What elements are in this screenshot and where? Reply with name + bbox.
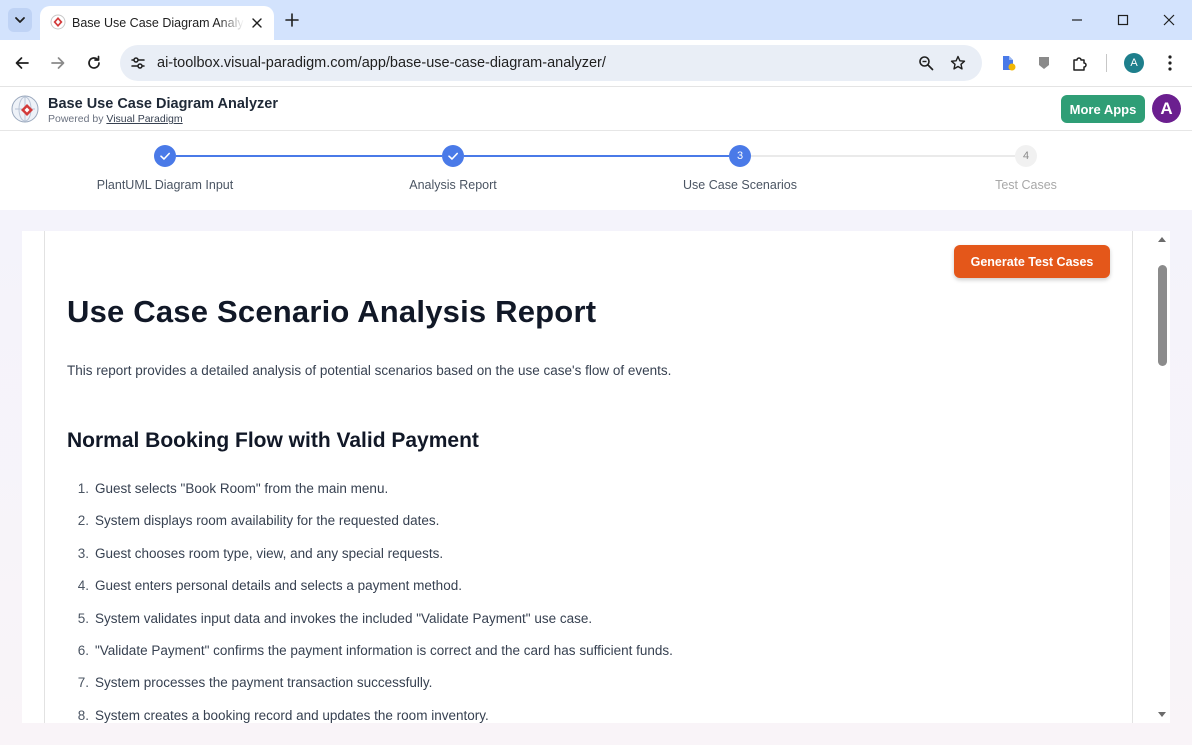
report-title: Use Case Scenario Analysis Report — [67, 294, 597, 329]
url-text: ai-toolbox.visual-paradigm.com/app/base-… — [157, 55, 606, 71]
step-text: System displays room availability for th… — [95, 513, 440, 529]
step-text: "Validate Payment" confirms the payment … — [95, 642, 673, 658]
close-window-icon[interactable] — [1154, 6, 1184, 34]
extension-file-icon[interactable] — [997, 52, 1019, 74]
step-label-analysis-report[interactable]: Analysis Report — [409, 178, 497, 193]
visual-paradigm-logo-icon — [11, 95, 39, 123]
step-4-indicator[interactable]: 4 — [1015, 145, 1037, 167]
step-text: System processes the payment transaction… — [95, 675, 433, 691]
bookmark-star-icon[interactable] — [948, 53, 968, 73]
step-text: Guest enters personal details and select… — [95, 578, 462, 594]
back-arrow-icon[interactable] — [10, 51, 34, 75]
step-connector-1 — [176, 155, 442, 157]
step-text: System creates a booking record and upda… — [95, 707, 489, 723]
zoom-magnifier-icon[interactable] — [916, 53, 936, 73]
forward-arrow-icon[interactable] — [46, 51, 70, 75]
tab-search-button[interactable] — [8, 8, 32, 32]
minimize-window-icon[interactable] — [1062, 6, 1092, 34]
step-label-test-cases[interactable]: Test Cases — [995, 178, 1057, 193]
scrollbar-thumb[interactable] — [1158, 265, 1167, 366]
generate-test-cases-button[interactable]: Generate Test Cases — [954, 245, 1110, 278]
visual-paradigm-link[interactable]: Visual Paradigm — [106, 113, 182, 125]
step-label-plantuml-input[interactable]: PlantUML Diagram Input — [97, 178, 233, 193]
step-2-check-icon[interactable] — [442, 145, 464, 167]
app-header: Base Use Case Diagram Analyzer Powered b… — [0, 86, 1192, 131]
tab-close-icon[interactable] — [248, 14, 266, 32]
chevron-down-icon — [15, 17, 25, 23]
step-number: 6. — [77, 642, 89, 658]
browser-toolbar: ai-toolbox.visual-paradigm.com/app/base-… — [0, 40, 1192, 86]
browser-profile-avatar[interactable]: A — [1124, 53, 1144, 73]
scroll-down-arrow-icon[interactable] — [1157, 710, 1167, 720]
scroll-up-arrow-icon[interactable] — [1157, 234, 1167, 244]
browser-tab-bar: Base Use Case Diagram Analyzer — [0, 0, 1192, 40]
scenario-title: Normal Booking Flow with Valid Payment — [67, 429, 479, 452]
browser-tab[interactable]: Base Use Case Diagram Analyzer — [40, 6, 274, 40]
step-label-use-case-scenarios[interactable]: Use Case Scenarios — [683, 178, 797, 193]
new-tab-plus-icon[interactable] — [282, 10, 302, 30]
report-panel-right-border — [1132, 231, 1133, 723]
report-panel-left-border — [44, 231, 45, 723]
visual-paradigm-favicon-icon — [50, 14, 66, 30]
step-number: 4. — [77, 578, 89, 594]
step-text: Guest chooses room type, view, and any s… — [95, 545, 444, 561]
reload-icon[interactable] — [82, 51, 106, 75]
step-text: Guest selects "Book Room" from the main … — [95, 481, 389, 496]
browser-menu-dots-icon[interactable] — [1159, 52, 1181, 74]
step-number: 8. — [77, 707, 89, 723]
toolbar-divider — [1106, 54, 1107, 72]
address-bar[interactable]: ai-toolbox.visual-paradigm.com/app/base-… — [120, 45, 982, 81]
more-apps-button[interactable]: More Apps — [1061, 95, 1145, 123]
powered-by-prefix: Powered by — [48, 113, 104, 125]
site-settings-icon[interactable] — [128, 53, 148, 73]
step-number: 7. — [77, 675, 89, 691]
maximize-window-icon[interactable] — [1108, 6, 1138, 34]
extension-shield-icon[interactable] — [1033, 52, 1055, 74]
step-number: 5. — [77, 610, 89, 626]
step-3-indicator[interactable]: 3 — [729, 145, 751, 167]
powered-by-text: Powered by Visual Paradigm — [48, 113, 183, 126]
tab-title: Base Use Case Diagram Analyzer — [72, 16, 244, 30]
app-title: Base Use Case Diagram Analyzer — [48, 96, 278, 112]
step-number: 3. — [77, 545, 89, 561]
progress-stepper: 3 4 PlantUML Diagram Input Analysis Repo… — [0, 131, 1192, 210]
extensions-puzzle-icon[interactable] — [1069, 52, 1091, 74]
step-connector-2 — [464, 155, 729, 157]
user-avatar[interactable]: A — [1152, 94, 1181, 123]
report-intro: This report provides a detailed analysis… — [67, 363, 672, 378]
step-connector-3 — [751, 155, 1015, 157]
step-number: 2. — [77, 513, 89, 529]
step-1-check-icon[interactable] — [154, 145, 176, 167]
step-number: 1. — [77, 481, 89, 496]
step-text: System validates input data and invokes … — [95, 610, 593, 626]
